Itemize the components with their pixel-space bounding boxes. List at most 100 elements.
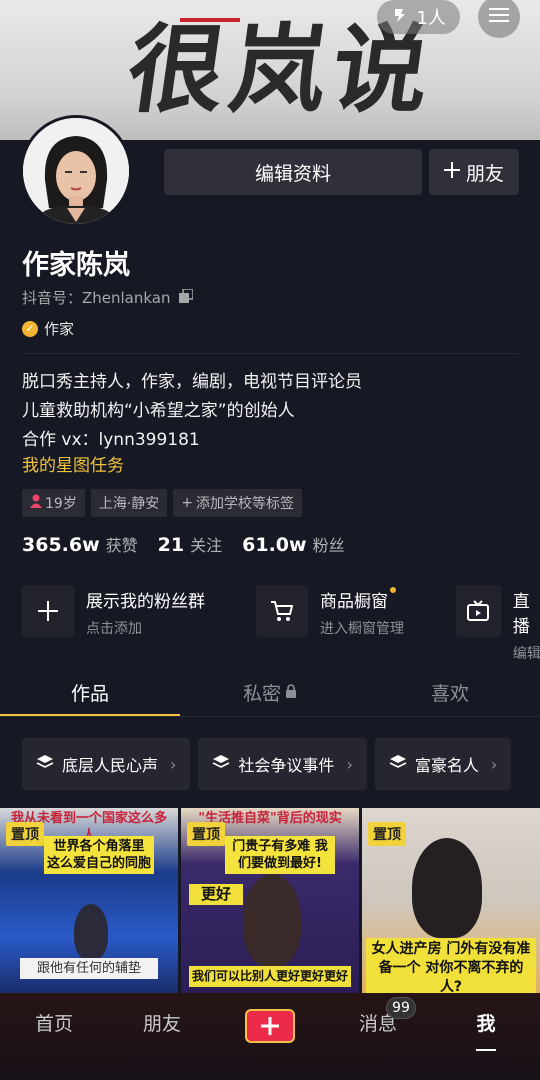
nav-home[interactable]: 首页 xyxy=(0,1009,108,1049)
verify-label: 作家 xyxy=(44,320,75,338)
feature-subtitle: 点击添加 xyxy=(86,621,142,637)
pinned-badge: 置顶 xyxy=(368,822,406,846)
location-tag: 上海·静安 xyxy=(90,489,168,517)
video-caption: 女人进产房 门外有没有准备一个 对你不离不弃的人? xyxy=(366,938,536,993)
collection-item[interactable]: 底层人民心声 › xyxy=(22,738,191,790)
nav-create[interactable] xyxy=(216,1009,324,1049)
stat-label: 粉丝 xyxy=(312,536,345,555)
feature-title-wrap: 商品橱窗 xyxy=(320,587,404,612)
video-caption: 更好 xyxy=(189,884,243,905)
pinned-badge: 置顶 xyxy=(6,822,44,846)
add-friend-button[interactable]: 朋友 xyxy=(429,149,519,195)
video-figure xyxy=(243,874,301,966)
collection-item[interactable]: 富豪名人 › xyxy=(374,738,512,790)
add-school-label: 添加学校等标签 xyxy=(196,496,295,512)
bio-line: 儿童救助机构“小希望之家”的创始人 xyxy=(22,401,295,421)
stat-number: 61.0w xyxy=(242,534,307,556)
content-tabs: 作品 私密 喜欢 xyxy=(0,668,540,716)
visitor-button[interactable]: 1人 xyxy=(376,0,460,34)
tab-works[interactable]: 作品 xyxy=(0,668,180,716)
douyin-id: 抖音号：Zhenlankan xyxy=(22,287,194,308)
stat-number: 365.6w xyxy=(22,534,100,556)
copy-icon[interactable] xyxy=(178,287,194,307)
chevron-right-icon: › xyxy=(170,754,177,774)
footprint-icon xyxy=(391,6,409,29)
divider xyxy=(0,716,540,717)
feature-entries: 展示我的粉丝群 点击添加 商品橱窗 进入橱窗管理 直播 编辑 xyxy=(22,585,540,662)
bio: 脱口秀主持人，作家，编剧，电视节目评论员 儿童救助机构“小希望之家”的创始人 合… xyxy=(22,368,362,455)
bottom-nav: 首页 朋友 消息 99 我 xyxy=(0,993,540,1080)
star-task-link[interactable]: 我的星图任务 xyxy=(22,451,124,476)
visitor-count: 1人 xyxy=(416,8,446,29)
active-nav-indicator xyxy=(476,1049,496,1051)
nickname: 作家陈岚 xyxy=(22,250,130,281)
message-count-badge: 99 xyxy=(386,997,416,1019)
likes-stat[interactable]: 365.6w 获赞 xyxy=(22,532,138,556)
tab-private-label: 私密 xyxy=(242,682,281,705)
stat-number: 21 xyxy=(157,534,185,556)
video-caption: 我们可以比别人更好更好更好 xyxy=(189,966,351,987)
video-caption: 跟他有任何的辅垫 xyxy=(20,958,158,979)
create-plus-icon xyxy=(245,1009,295,1043)
fan-group-entry[interactable]: 展示我的粉丝群 点击添加 xyxy=(22,585,205,639)
profile-stats: 365.6w 获赞 21 关注 61.0w 粉丝 xyxy=(22,532,345,556)
followers-stat[interactable]: 61.0w 粉丝 xyxy=(242,532,344,556)
collection-list: 底层人民心声 › 社会争议事件 › 富豪名人 › xyxy=(22,738,512,790)
profile-tags: 19岁 上海·静安 + 添加学校等标签 xyxy=(22,489,303,517)
nav-me[interactable]: 我 xyxy=(432,1009,540,1049)
nav-messages[interactable]: 消息 99 xyxy=(324,997,432,1049)
age-label: 19岁 xyxy=(45,496,77,512)
lock-icon xyxy=(285,681,297,703)
add-friend-label: 朋友 xyxy=(465,162,504,185)
shop-window-entry[interactable]: 商品橱窗 进入橱窗管理 xyxy=(256,585,404,639)
cart-icon xyxy=(256,585,308,637)
stat-label: 关注 xyxy=(190,536,223,555)
collection-item[interactable]: 社会争议事件 › xyxy=(198,738,367,790)
plus-icon xyxy=(22,585,74,637)
plus-icon: + xyxy=(181,495,194,511)
video-caption: 门贵子有多难 我们要做到最好! xyxy=(225,836,335,874)
layers-icon xyxy=(212,754,230,774)
video-thumbnail[interactable]: "生活推自菜"背后的现实 置顶 门贵子有多难 我们要做到最好! 更好 我们可以比… xyxy=(181,808,359,993)
bio-line: 脱口秀主持人，作家，编剧，电视节目评论员 xyxy=(22,372,362,392)
video-figure xyxy=(412,838,482,938)
video-figure xyxy=(74,904,108,960)
feature-title: 商品橱窗 xyxy=(320,592,388,612)
feature-title: 直播 xyxy=(512,592,530,637)
tab-likes[interactable]: 喜欢 xyxy=(360,668,540,716)
chevron-right-icon: › xyxy=(490,754,498,774)
menu-button[interactable] xyxy=(478,0,520,38)
douyin-id-text: 抖音号：Zhenlankan xyxy=(22,289,171,307)
chevron-right-icon: › xyxy=(346,754,353,774)
layers-icon xyxy=(36,754,54,774)
video-thumbnail[interactable]: 置顶 女人进产房 门外有没有准备一个 对你不离不弃的人? xyxy=(362,808,540,993)
notification-dot xyxy=(390,587,396,593)
collection-label: 底层人民心声 xyxy=(62,756,159,775)
video-grid: 我从未看到一个国家这么多人 置顶 世界各个角落里 这么爱自己的同胞 跟他有任何的… xyxy=(0,808,540,993)
collection-label: 富豪名人 xyxy=(414,756,479,775)
collection-label: 社会争议事件 xyxy=(238,756,335,775)
video-thumbnail[interactable]: 我从未看到一个国家这么多人 置顶 世界各个角落里 这么爱自己的同胞 跟他有任何的… xyxy=(0,808,178,993)
age-tag: 19岁 xyxy=(22,489,85,517)
add-school-tag[interactable]: + 添加学校等标签 xyxy=(173,489,303,517)
feature-title: 展示我的粉丝群 xyxy=(86,592,205,612)
video-caption: 世界各个角落里 这么爱自己的同胞 xyxy=(44,836,154,874)
hamburger-icon xyxy=(489,7,509,27)
stat-label: 获赞 xyxy=(105,536,138,555)
edit-profile-button[interactable]: 编辑资料 xyxy=(164,149,422,195)
plus-icon xyxy=(443,161,460,183)
following-stat[interactable]: 21 关注 xyxy=(158,532,222,556)
feature-subtitle: 进入橱窗管理 xyxy=(320,621,404,637)
female-icon xyxy=(30,494,42,512)
verification: ✓ 作家 xyxy=(22,318,74,339)
tab-private[interactable]: 私密 xyxy=(180,668,360,716)
nav-friends[interactable]: 朋友 xyxy=(108,1009,216,1049)
cover-decoration xyxy=(180,18,240,22)
pinned-badge: 置顶 xyxy=(187,822,225,846)
tv-icon xyxy=(456,585,501,637)
live-entry[interactable]: 直播 编辑 xyxy=(456,585,540,662)
verified-icon: ✓ xyxy=(22,320,38,337)
avatar[interactable] xyxy=(20,115,132,227)
layers-icon xyxy=(389,754,407,774)
divider xyxy=(22,353,518,354)
